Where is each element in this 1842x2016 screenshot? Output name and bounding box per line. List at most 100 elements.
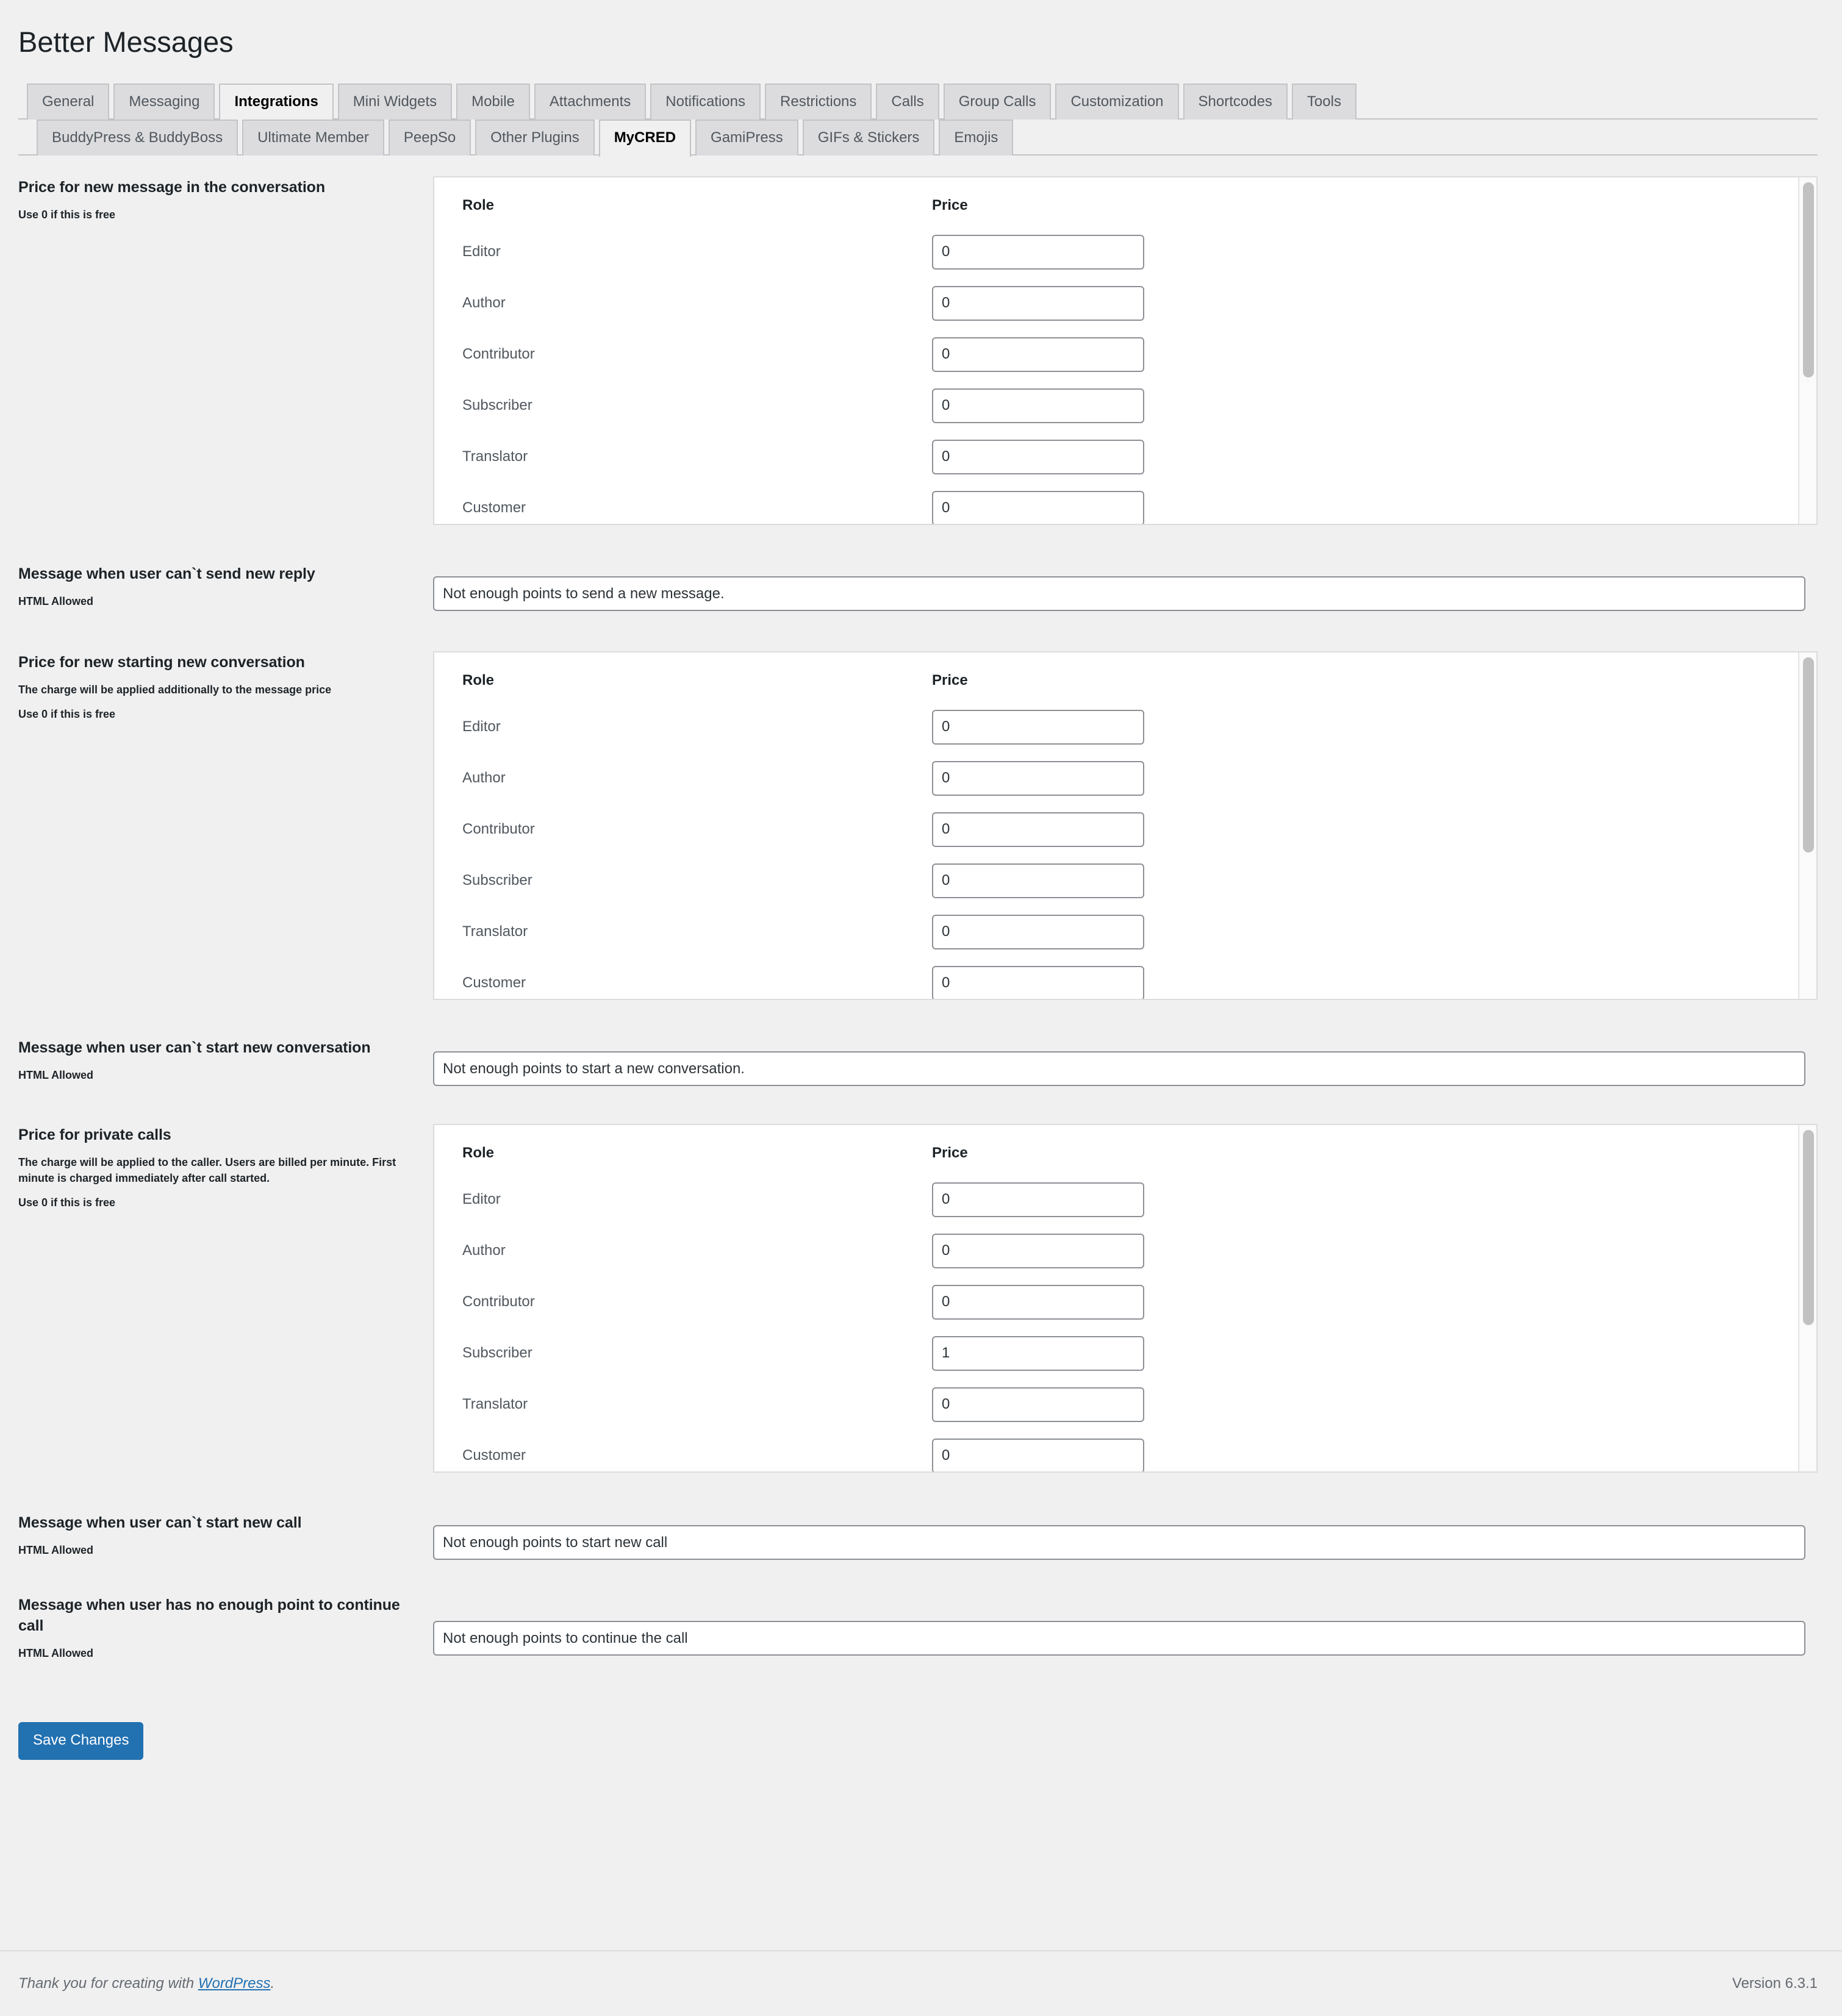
- price-input-subscriber[interactable]: [932, 388, 1144, 423]
- tab-mini-widgets[interactable]: Mini Widgets: [337, 84, 453, 120]
- label-column: Message when user can`t start new conver…: [18, 1037, 433, 1083]
- price-input-editor[interactable]: [932, 234, 1144, 270]
- setting-row-conversation-price: Price for new starting new conversation …: [18, 651, 1818, 1001]
- subtab-ultimate-member[interactable]: Ultimate Member: [242, 120, 384, 156]
- scrollbar-thumb[interactable]: [1803, 1130, 1814, 1326]
- cant-continue-call-input[interactable]: [433, 1621, 1805, 1656]
- tab-attachments[interactable]: Attachments: [534, 84, 647, 120]
- setting-title: Message when user can`t start new conver…: [18, 1039, 371, 1057]
- price-input-author[interactable]: [932, 285, 1144, 321]
- setting-hint: The charge will be applied additionally …: [18, 683, 332, 696]
- conv-price-input-subscriber[interactable]: [932, 863, 1144, 898]
- label-column: Message when user can`t start new call H…: [18, 1512, 433, 1558]
- label-column: Message when user can`t send new reply H…: [18, 563, 433, 609]
- subtab-gamipress[interactable]: GamiPress: [695, 120, 798, 156]
- call-price-input-translator[interactable]: [932, 1387, 1144, 1422]
- price-cell: [932, 1430, 1816, 1472]
- price-cell: [932, 752, 1816, 804]
- table-row: Translator: [462, 906, 1816, 957]
- call-price-input-editor[interactable]: [932, 1182, 1144, 1217]
- conv-price-input-translator[interactable]: [932, 914, 1144, 949]
- panel-inner: Role Price Editor Author: [434, 652, 1816, 999]
- tab-restrictions[interactable]: Restrictions: [765, 84, 872, 120]
- table-row: Contributor: [462, 1276, 1816, 1328]
- setting-hint: Use 0 if this is free: [18, 208, 116, 221]
- scrollbar-thumb[interactable]: [1803, 657, 1814, 853]
- setting-hint: HTML Allowed: [18, 595, 93, 607]
- setting-row-cant-start-call: Message when user can`t start new call H…: [18, 1512, 1818, 1560]
- setting-row-cant-send-reply: Message when user can`t send new reply H…: [18, 563, 1818, 612]
- price-input-customer[interactable]: [932, 490, 1144, 524]
- panel-inner: Role Price Editor Author: [434, 177, 1816, 524]
- price-cell: [932, 380, 1816, 431]
- tab-mobile[interactable]: Mobile: [456, 84, 530, 120]
- tab-shortcodes[interactable]: Shortcodes: [1183, 84, 1288, 120]
- role-name: Subscriber: [462, 397, 532, 414]
- price-cell: [932, 277, 1816, 329]
- table-header-row: Role Price: [462, 1146, 1816, 1174]
- setting-hint: HTML Allowed: [18, 1543, 93, 1556]
- col-header-price: Price: [932, 1145, 968, 1162]
- label-column: Message when user has no enough point to…: [18, 1594, 433, 1661]
- label-column: Price for new message in the conversatio…: [18, 176, 433, 223]
- cant-start-conversation-input[interactable]: [433, 1051, 1805, 1087]
- call-price-input-customer[interactable]: [932, 1438, 1144, 1472]
- scrollbar-thumb[interactable]: [1803, 182, 1814, 378]
- tab-calls[interactable]: Calls: [876, 84, 939, 120]
- table-row: Author: [462, 752, 1816, 804]
- footer-version: Version 6.3.1: [1732, 1975, 1818, 1992]
- subtab-emojis[interactable]: Emojis: [939, 120, 1014, 156]
- subtab-other-plugins[interactable]: Other Plugins: [475, 120, 595, 156]
- price-cell: [932, 1379, 1816, 1430]
- table-row: Author: [462, 1225, 1816, 1276]
- role-name: Translator: [462, 923, 528, 940]
- subtab-mycred[interactable]: MyCRED: [598, 120, 692, 157]
- tab-messaging[interactable]: Messaging: [113, 84, 215, 120]
- setting-title: Price for new message in the conversatio…: [18, 179, 326, 196]
- table-row: Customer: [462, 482, 1816, 524]
- footer-credit: Thank you for creating with WordPress.: [18, 1975, 274, 1992]
- tab-customization[interactable]: Customization: [1055, 84, 1179, 120]
- role-name: Author: [462, 295, 506, 312]
- price-cell: [932, 855, 1816, 906]
- panel-scrollbar[interactable]: [1798, 652, 1816, 999]
- price-input-contributor[interactable]: [932, 337, 1144, 372]
- setting-hint: HTML Allowed: [18, 1068, 93, 1081]
- subtab-buddypress-buddyboss[interactable]: BuddyPress & BuddyBoss: [37, 120, 238, 156]
- footer-credit-suffix: .: [270, 1975, 275, 1992]
- call-price-input-contributor[interactable]: [932, 1284, 1144, 1320]
- conv-price-input-contributor[interactable]: [932, 812, 1144, 847]
- role-name: Editor: [462, 718, 501, 735]
- field-column: [433, 563, 1818, 612]
- save-changes-button[interactable]: Save Changes: [18, 1721, 144, 1760]
- tab-group-calls[interactable]: Group Calls: [943, 84, 1052, 120]
- conv-price-input-editor[interactable]: [932, 709, 1144, 745]
- call-price-input-author[interactable]: [932, 1233, 1144, 1268]
- admin-footer: Thank you for creating with WordPress. V…: [0, 1950, 1842, 2016]
- cant-start-call-input[interactable]: [433, 1525, 1805, 1560]
- conv-price-input-author[interactable]: [932, 760, 1144, 796]
- cant-send-reply-input[interactable]: [433, 576, 1805, 612]
- panel-scrollbar[interactable]: [1798, 177, 1816, 524]
- price-cell: [932, 1225, 1816, 1276]
- tab-tools[interactable]: Tools: [1291, 84, 1356, 120]
- panel-scrollbar[interactable]: [1798, 1125, 1816, 1472]
- conversation-price-table: Role Price Editor Author: [462, 673, 1816, 999]
- conv-price-input-customer[interactable]: [932, 965, 1144, 999]
- price-cell: [932, 906, 1816, 957]
- tab-general[interactable]: General: [27, 84, 110, 120]
- call-price-input-subscriber[interactable]: [932, 1335, 1144, 1371]
- panel-inner: Role Price Editor Author: [434, 1125, 1816, 1472]
- conversation-price-panel: Role Price Editor Author: [433, 651, 1818, 1001]
- subtab-peepso[interactable]: PeepSo: [388, 120, 471, 156]
- tab-integrations[interactable]: Integrations: [219, 84, 334, 121]
- table-row: Subscriber: [462, 855, 1816, 906]
- table-row: Contributor: [462, 804, 1816, 855]
- wordpress-link[interactable]: WordPress: [198, 1975, 271, 1992]
- subtab-gifs-stickers[interactable]: GIFs & Stickers: [802, 120, 935, 156]
- price-input-translator[interactable]: [932, 439, 1144, 474]
- tab-notifications[interactable]: Notifications: [650, 84, 761, 120]
- table-row: Subscriber: [462, 380, 1816, 431]
- role-name: Author: [462, 770, 506, 787]
- secondary-tab-bar: BuddyPress & BuddyBoss Ultimate Member P…: [18, 120, 1818, 157]
